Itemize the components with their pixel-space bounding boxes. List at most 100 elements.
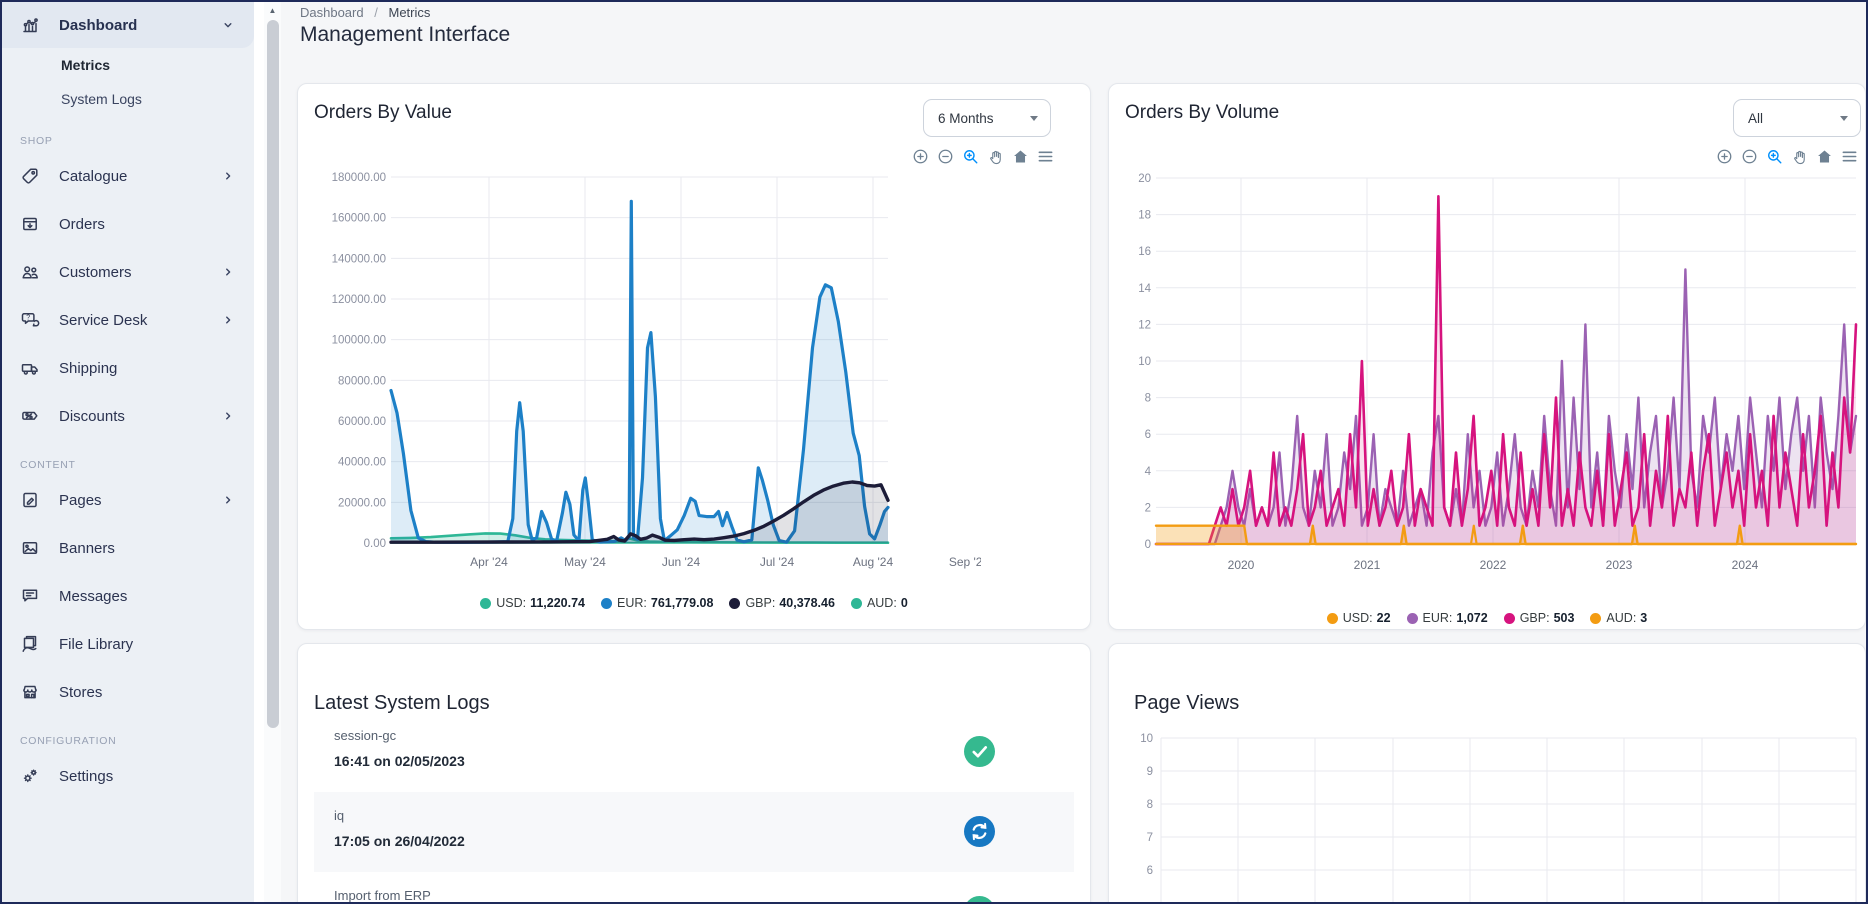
page-views-card: Page Views 109876 [1108,643,1866,904]
legend-value: 11,220.74 [530,596,585,610]
sidebar-item-shipping[interactable]: Shipping [2,344,254,392]
time-range-value: 6 Months [938,111,994,126]
svg-text:Sep '24: Sep '24 [949,555,981,569]
page-title: Management Interface [300,23,510,47]
svg-text:2021: 2021 [1354,558,1381,572]
svg-text:0.00: 0.00 [364,538,386,550]
svg-text:60000.00: 60000.00 [338,416,386,428]
svg-text:2022: 2022 [1480,558,1507,572]
percent-icon [20,406,40,426]
sidebar-gap [254,2,264,902]
content-scrollbar[interactable]: ▲ [264,2,281,902]
aud-series-dot-icon [851,598,862,609]
sidebar-item-messages[interactable]: Messages [2,572,254,620]
sidebar-item-discounts[interactable]: Discounts [2,392,254,440]
sidebar-item-service-desk[interactable]: Service Desk [2,296,254,344]
orders-by-value-chart[interactable]: 180000.00160000.00140000.00120000.001000… [298,136,981,611]
sidebar-item-system-logs[interactable]: System Logs [2,82,254,116]
legend-value: 0 [901,596,908,610]
legend-label: EUR: [617,596,647,610]
orders-by-volume-chart[interactable]: 2018161412108642020202021202220232024 [1109,136,1863,611]
sidebar-item-label: Settings [59,768,113,785]
legend-item-aud[interactable]: AUD: 0 [851,596,908,610]
legend-item-eur[interactable]: EUR: 761,779.08 [601,596,713,610]
svg-text:Aug '24: Aug '24 [853,555,894,569]
legend-item-usd[interactable]: USD:11,220.74 [480,596,585,610]
legend-item-gbp[interactable]: GBP:503 [1504,611,1575,625]
chart-canvas: 2018161412108642020202021202220232024 [1109,136,1863,606]
sidebar-item-file-library[interactable]: File Library [2,620,254,668]
sidebar-section-heading: CONTENT [2,454,254,476]
page-views-chart[interactable]: 109876 [1109,700,1863,904]
legend-value: 761,779.08 [651,596,714,610]
svg-text:May '24: May '24 [564,555,606,569]
toolbar-home-icon[interactable] [1012,148,1029,165]
sidebar-item-label: Messages [59,588,127,605]
sidebar-item-label: Shipping [59,360,117,377]
svg-text:16: 16 [1138,246,1151,258]
breadcrumb: Dashboard / Metrics [300,5,430,20]
legend-label: USD: [1343,611,1373,625]
legend-label: GBP: [745,596,775,610]
svg-text:20000.00: 20000.00 [338,497,386,509]
legend-label: AUD: [1606,611,1636,625]
toolbar-menu-icon[interactable] [1037,148,1054,165]
sidebar-item-catalogue[interactable]: Catalogue [2,152,254,200]
aud-series-dot-icon [1590,613,1601,624]
sidebar-item-label: File Library [59,636,133,653]
scrollbar-up-arrow-icon[interactable]: ▲ [264,6,281,15]
sidebar-item-label: Stores [59,684,102,701]
time-range-select[interactable]: 6 Months [923,99,1051,137]
svg-text:9: 9 [1147,766,1153,778]
sidebar-item-banners[interactable]: Banners [2,524,254,572]
sidebar: DashboardMetricsSystem Logs SHOP Catalogue… [2,2,254,902]
chart-legend: USD:22 EUR:1,072 GBP:503 AUD: 3 [1109,611,1865,625]
eur-series-dot-icon [1407,613,1418,624]
chevron-right-icon [220,492,236,508]
chevron-down-icon [220,17,236,33]
sidebar-item-stores[interactable]: Stores [2,668,254,716]
tag-icon [20,166,40,186]
time-range-select[interactable]: All [1733,99,1861,137]
sidebar-item-pages[interactable]: Pages [2,476,254,524]
legend-value: 503 [1554,611,1575,625]
svg-text:80000.00: 80000.00 [338,375,386,387]
legend-label: AUD: [867,596,897,610]
breadcrumb-parent[interactable]: Dashboard [300,5,364,20]
svg-text:8: 8 [1145,393,1151,405]
sidebar-item-customers[interactable]: Customers [2,248,254,296]
box-icon [20,214,40,234]
truck-icon [20,358,40,378]
svg-text:10: 10 [1140,733,1153,745]
sidebar-item-label: Service Desk [59,312,147,329]
svg-text:14: 14 [1138,283,1151,295]
legend-item-gbp[interactable]: GBP:40,378.46 [729,596,834,610]
toolbar-pan-icon[interactable] [987,148,1004,165]
svg-text:Jul '24: Jul '24 [760,555,795,569]
legend-label: EUR: [1423,611,1453,625]
log-name: Import from ERP [334,888,431,903]
svg-text:7: 7 [1147,832,1153,844]
sidebar-item-metrics[interactable]: Metrics [2,48,254,82]
breadcrumb-current: Metrics [388,5,430,20]
users-icon [20,262,40,282]
sidebar-item-label: Catalogue [59,168,127,185]
sidebar-item-orders[interactable]: Orders [2,200,254,248]
sidebar-item-dashboard[interactable]: Dashboard [2,2,254,48]
scrollbar-thumb[interactable] [267,20,279,728]
sidebar-item-settings[interactable]: Settings [2,752,254,800]
log-row-import-from-erp: Import from ERP [314,872,1074,904]
legend-item-usd[interactable]: USD:22 [1327,611,1391,625]
svg-text:6: 6 [1147,865,1153,877]
sidebar-item-label: Pages [59,492,102,509]
chevron-down-icon [1840,116,1848,121]
time-range-value: All [1748,111,1763,126]
sidebar-item-label: Customers [59,264,132,281]
legend-item-aud[interactable]: AUD: 3 [1590,611,1647,625]
legend-value: 3 [1640,611,1647,625]
legend-item-eur[interactable]: EUR:1,072 [1407,611,1488,625]
chevron-right-icon [220,168,236,184]
chevron-right-icon [220,408,236,424]
sidebar-section-heading: SHOP [2,130,254,152]
svg-text:10: 10 [1138,356,1151,368]
